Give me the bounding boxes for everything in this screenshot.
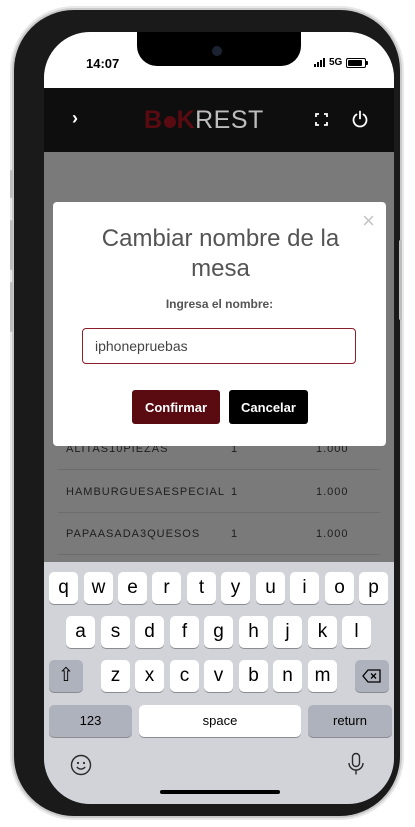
item-qty: 1 — [231, 486, 239, 498]
key-n[interactable]: n — [273, 660, 302, 692]
table-row: PAPAASADA3QUESOS 1 1.000 — [58, 514, 380, 555]
notch — [137, 32, 301, 66]
microphone-icon[interactable] — [346, 752, 366, 776]
return-key[interactable]: return — [308, 705, 392, 737]
shift-key[interactable]: ⇧ — [49, 660, 83, 692]
phone-frame: 14:07 5G › B KREST ALITAS10PIEZAS 1 1.00… — [10, 10, 402, 816]
key-e[interactable]: e — [118, 572, 147, 604]
key-m[interactable]: m — [308, 660, 337, 692]
phone-screen: 14:07 5G › B KREST ALITAS10PIEZAS 1 1.00… — [44, 32, 394, 804]
front-camera-icon — [212, 46, 222, 56]
key-g[interactable]: g — [204, 616, 233, 648]
key-k[interactable]: k — [308, 616, 337, 648]
fullscreen-icon[interactable] — [315, 113, 328, 126]
key-t[interactable]: t — [187, 572, 216, 604]
key-s[interactable]: s — [101, 616, 130, 648]
app-header: › B KREST — [44, 88, 394, 152]
modal-title: Cambiar nombre de la mesa — [101, 225, 340, 282]
status-bar: 14:07 5G — [44, 32, 394, 88]
name-label: Ingresa el nombre: — [165, 297, 274, 311]
chevron-right-icon[interactable]: › — [72, 108, 78, 129]
key-f[interactable]: f — [170, 616, 199, 648]
backspace-key[interactable] — [355, 660, 389, 692]
key-u[interactable]: u — [256, 572, 285, 604]
emoji-icon[interactable] — [70, 754, 92, 776]
side-button-volume-up — [10, 220, 13, 270]
power-icon[interactable] — [351, 110, 369, 128]
onscreen-keyboard: q w e r t y u i o p a s d f g h j k l ⇧ … — [44, 562, 394, 804]
key-o[interactable]: o — [325, 572, 354, 604]
item-name: PAPAASADA3QUESOS — [66, 528, 201, 540]
key-r[interactable]: r — [152, 572, 181, 604]
status-indicators: 5G — [314, 57, 369, 68]
key-v[interactable]: v — [204, 660, 233, 692]
cancel-button[interactable]: Cancelar — [229, 390, 308, 424]
confirm-button[interactable]: Confirmar — [132, 390, 220, 424]
key-i[interactable]: i — [290, 572, 319, 604]
key-c[interactable]: c — [170, 660, 199, 692]
close-icon[interactable]: × — [362, 210, 375, 232]
side-button-silent — [10, 170, 13, 198]
key-h[interactable]: h — [239, 616, 268, 648]
key-l[interactable]: l — [342, 616, 371, 648]
network-label: 5G — [329, 57, 343, 68]
side-button-power — [399, 240, 402, 320]
signal-icon — [314, 58, 325, 67]
space-key[interactable]: space — [139, 705, 301, 737]
key-b[interactable]: b — [239, 660, 268, 692]
table-name-input[interactable] — [82, 328, 356, 364]
key-d[interactable]: d — [135, 616, 164, 648]
status-time: 14:07 — [86, 56, 120, 71]
table-row: HAMBURGUESAESPECIAL 1 1.000 — [58, 472, 380, 513]
key-j[interactable]: j — [273, 616, 302, 648]
key-p[interactable]: p — [359, 572, 388, 604]
item-price: 1.000 — [316, 528, 349, 540]
item-qty: 1 — [231, 528, 239, 540]
item-name: HAMBURGUESAESPECIAL — [66, 486, 225, 498]
numbers-key[interactable]: 123 — [49, 705, 132, 737]
key-w[interactable]: w — [84, 572, 113, 604]
battery-icon — [346, 57, 369, 68]
key-q[interactable]: q — [49, 572, 78, 604]
key-x[interactable]: x — [135, 660, 164, 692]
rename-table-modal: × Cambiar nombre de la mesa Ingresa el n… — [53, 202, 386, 446]
side-button-volume-down — [10, 282, 13, 332]
home-indicator[interactable] — [160, 790, 280, 794]
item-price: 1.000 — [316, 486, 349, 498]
backspace-icon — [362, 669, 381, 683]
app-logo: B KREST — [144, 106, 264, 134]
key-a[interactable]: a — [66, 616, 95, 648]
key-y[interactable]: y — [221, 572, 250, 604]
key-z[interactable]: z — [101, 660, 130, 692]
